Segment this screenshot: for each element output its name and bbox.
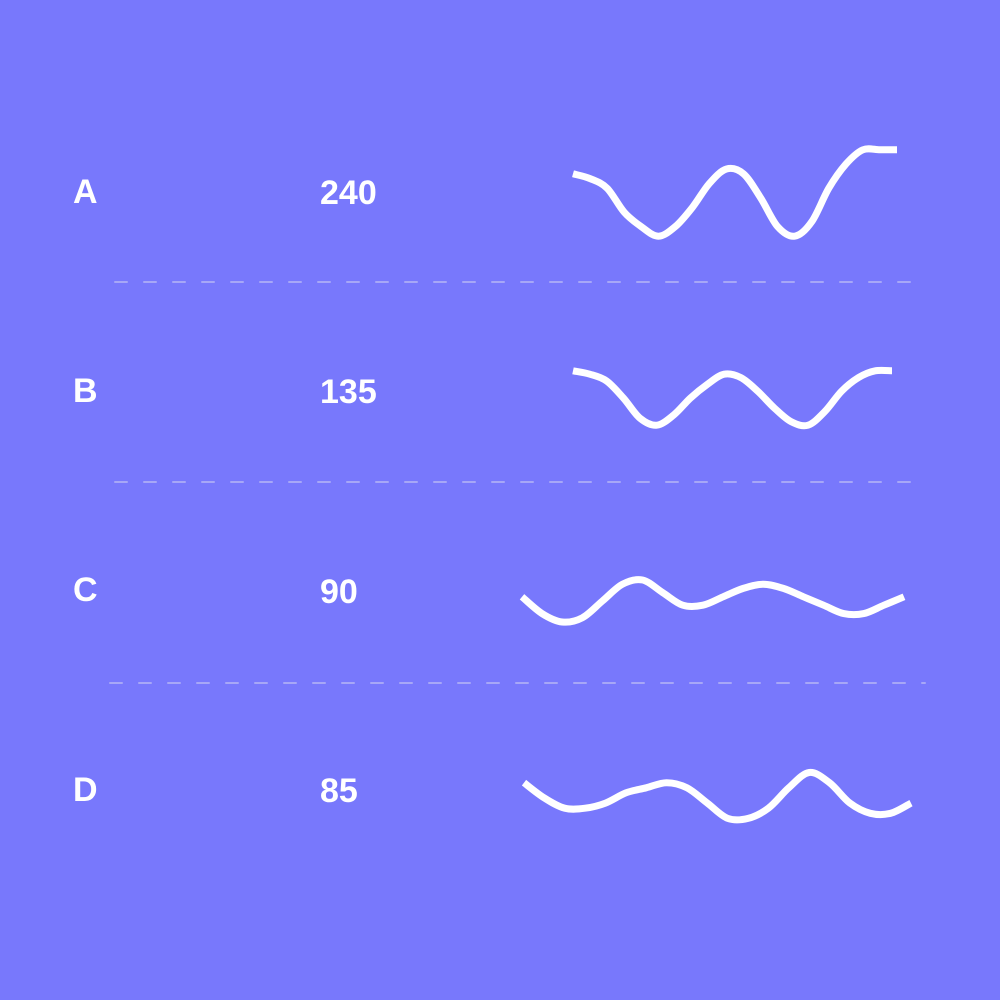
- sparkline-b: [572, 366, 893, 430]
- sparkline-table: A 240 B 135 C 90 D 85: [0, 0, 1000, 1000]
- sparkline-d: [521, 768, 913, 824]
- sparkline-layer: [109, 145, 926, 824]
- sparkline-a: [572, 145, 897, 240]
- sparkline-c: [519, 576, 906, 626]
